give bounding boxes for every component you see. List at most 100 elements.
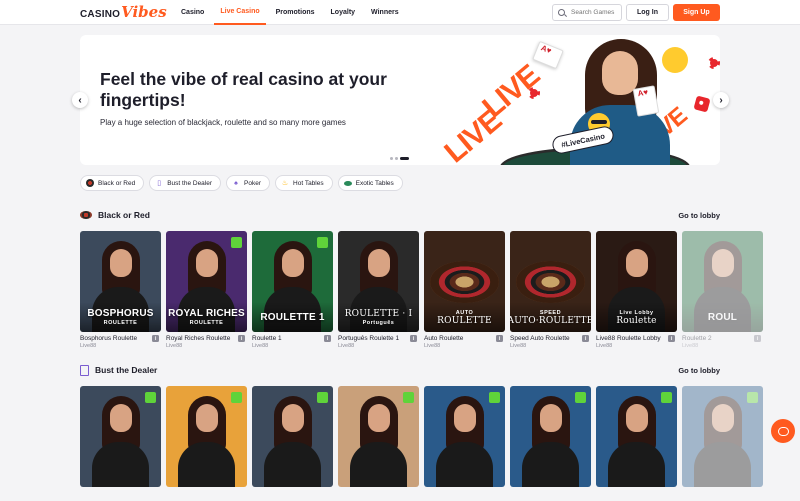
game-thumbnail[interactable]: ROYAL RICHES ROULETTE	[166, 231, 247, 332]
dealer-image	[110, 249, 132, 277]
game-tile[interactable]: BOSPHORUS ROULETTE Bosphorus Roulette Live8…	[80, 231, 161, 349]
game-tile[interactable]: AUTO ROULETTE Auto Roulette Live88 i	[424, 231, 505, 349]
game-meta: Roulette 2 Live88 i	[682, 335, 763, 349]
game-thumbnail[interactable]	[338, 386, 419, 487]
provider-logo-icon	[403, 392, 414, 403]
game-thumbnail[interactable]	[510, 386, 591, 487]
game-thumbnail[interactable]: Live Lobby Roulette	[596, 231, 677, 332]
info-icon[interactable]: i	[668, 335, 675, 342]
logo-text-casino: CASINO	[80, 9, 121, 20]
casino-chip-icon	[528, 87, 540, 99]
info-icon[interactable]: i	[324, 335, 331, 342]
game-name: Royal Riches Roulette	[166, 335, 231, 342]
game-thumbnail[interactable]: BOSPHORUS ROULETTE	[80, 231, 161, 332]
playing-card-icon: A♥	[632, 85, 660, 117]
card-icon: ▯	[157, 180, 162, 187]
search-input[interactable]	[571, 9, 621, 16]
game-thumbnail[interactable]	[166, 386, 247, 487]
dealer-image	[540, 404, 562, 432]
game-thumbnail[interactable]	[682, 386, 763, 487]
game-thumbnail[interactable]: ROUL	[682, 231, 763, 332]
pill-label: Bust the Dealer	[167, 179, 213, 187]
thumbnail-title: ROULETTE 1	[260, 311, 325, 323]
game-thumbnail[interactable]	[252, 386, 333, 487]
login-button[interactable]: Log In	[626, 4, 669, 21]
game-tile[interactable]: SPEED AUTO·ROULETTE Speed Auto Roulette Liv…	[510, 231, 591, 349]
pill-poker[interactable]: ♠ Poker	[226, 175, 271, 191]
search-box[interactable]	[552, 4, 622, 21]
info-icon[interactable]: i	[754, 335, 761, 342]
info-icon[interactable]: i	[496, 335, 503, 342]
hero-next-arrow-icon[interactable]: ›	[713, 92, 729, 108]
nav-loyalty[interactable]: Loyalty	[325, 0, 362, 25]
provider-logo-icon	[661, 392, 672, 403]
pill-bust-the-dealer[interactable]: ▯ Bust the Dealer	[149, 175, 222, 191]
go-to-lobby-link[interactable]: Go to lobby	[678, 211, 720, 220]
signup-button[interactable]: Sign Up	[673, 4, 720, 21]
playing-card-icon: A♥	[532, 40, 564, 70]
game-tile[interactable]	[510, 386, 591, 487]
game-tile[interactable]: ROULETTE · I Português Português Roulette …	[338, 231, 419, 349]
game-tile[interactable]	[338, 386, 419, 487]
hero-banner[interactable]: Feel the vibe of real casino at your fin…	[80, 35, 720, 165]
game-meta: Português Roulette 1 Live88 i	[338, 335, 419, 349]
game-thumbnail[interactable]: AUTO ROULETTE	[424, 231, 505, 332]
poker-icon: ♠	[234, 179, 238, 187]
game-thumbnail[interactable]	[424, 386, 505, 487]
hero-prev-arrow-icon[interactable]: ‹	[72, 92, 88, 108]
dealer-image	[282, 249, 304, 277]
dice-icon	[693, 95, 711, 113]
nav-winners[interactable]: Winners	[365, 0, 405, 25]
section-title: Black or Red	[80, 210, 150, 220]
section-header-black-or-red: Black or Red Go to lobby	[80, 208, 720, 222]
info-icon[interactable]: i	[410, 335, 417, 342]
section-title: Bust the Dealer	[80, 364, 158, 376]
thumbnail-caption: ROYAL RICHES ROULETTE	[166, 302, 247, 332]
game-tile[interactable]	[596, 386, 677, 487]
game-tile[interactable]	[682, 386, 763, 487]
section-title-text: Black or Red	[98, 210, 150, 220]
go-to-lobby-link[interactable]: Go to lobby	[678, 366, 720, 375]
game-tile[interactable]: ROYAL RICHES ROULETTE Royal Riches Roulett…	[166, 231, 247, 349]
dealer-image	[454, 404, 476, 432]
game-thumbnail[interactable]	[80, 386, 161, 487]
slide-dot[interactable]	[395, 157, 398, 160]
game-tile[interactable]	[166, 386, 247, 487]
info-icon[interactable]: i	[238, 335, 245, 342]
casino-vibes-logo[interactable]: CASINO Vibes	[80, 3, 167, 22]
game-tile[interactable]	[252, 386, 333, 487]
game-tile[interactable]: Live Lobby Roulette Live88 Roulette Lobby L…	[596, 231, 677, 349]
pill-hot-tables[interactable]: ♨ Hot Tables	[275, 175, 333, 191]
pill-black-or-red[interactable]: Black or Red	[80, 175, 145, 191]
game-name: Roulette 2	[682, 335, 712, 342]
game-provider: Live88	[252, 343, 269, 349]
slide-dot[interactable]	[390, 157, 393, 160]
info-icon[interactable]: i	[152, 335, 159, 342]
thumbnail-caption: Live Lobby Roulette	[596, 302, 677, 332]
slide-dot-active[interactable]	[400, 157, 409, 160]
main-nav: Casino Live Casino Promotions Loyalty Wi…	[175, 0, 409, 25]
game-thumbnail[interactable]: SPEED AUTO·ROULETTE	[510, 231, 591, 332]
game-thumbnail[interactable]: ROULETTE 1	[252, 231, 333, 332]
game-tile[interactable]	[80, 386, 161, 487]
nav-live-casino[interactable]: Live Casino	[214, 0, 266, 25]
game-thumbnail[interactable]	[596, 386, 677, 487]
pill-exotic-tables[interactable]: Exotic Tables	[337, 175, 403, 191]
game-tile[interactable]	[424, 386, 505, 487]
dealer-image	[350, 442, 407, 487]
section-title-text: Bust the Dealer	[95, 365, 158, 375]
nav-promotions[interactable]: Promotions	[270, 0, 321, 25]
info-icon[interactable]: i	[582, 335, 589, 342]
provider-logo-icon	[489, 392, 500, 403]
roulette-icon	[86, 179, 94, 187]
nav-casino[interactable]: Casino	[175, 0, 210, 25]
live-chat-button[interactable]	[771, 419, 795, 443]
dealer-image	[368, 404, 390, 432]
game-tile[interactable]: ROUL Roulette 2 Live88 i	[682, 231, 763, 349]
dealer-image	[436, 442, 493, 487]
casino-chip-icon	[708, 57, 720, 69]
game-name: Speed Auto Roulette	[510, 335, 570, 342]
game-thumbnail[interactable]: ROULETTE · I Português	[338, 231, 419, 332]
thumbnail-caption: ROULETTE · I Português	[338, 302, 419, 332]
game-tile[interactable]: ROULETTE 1 Roulette 1 Live88 i	[252, 231, 333, 349]
